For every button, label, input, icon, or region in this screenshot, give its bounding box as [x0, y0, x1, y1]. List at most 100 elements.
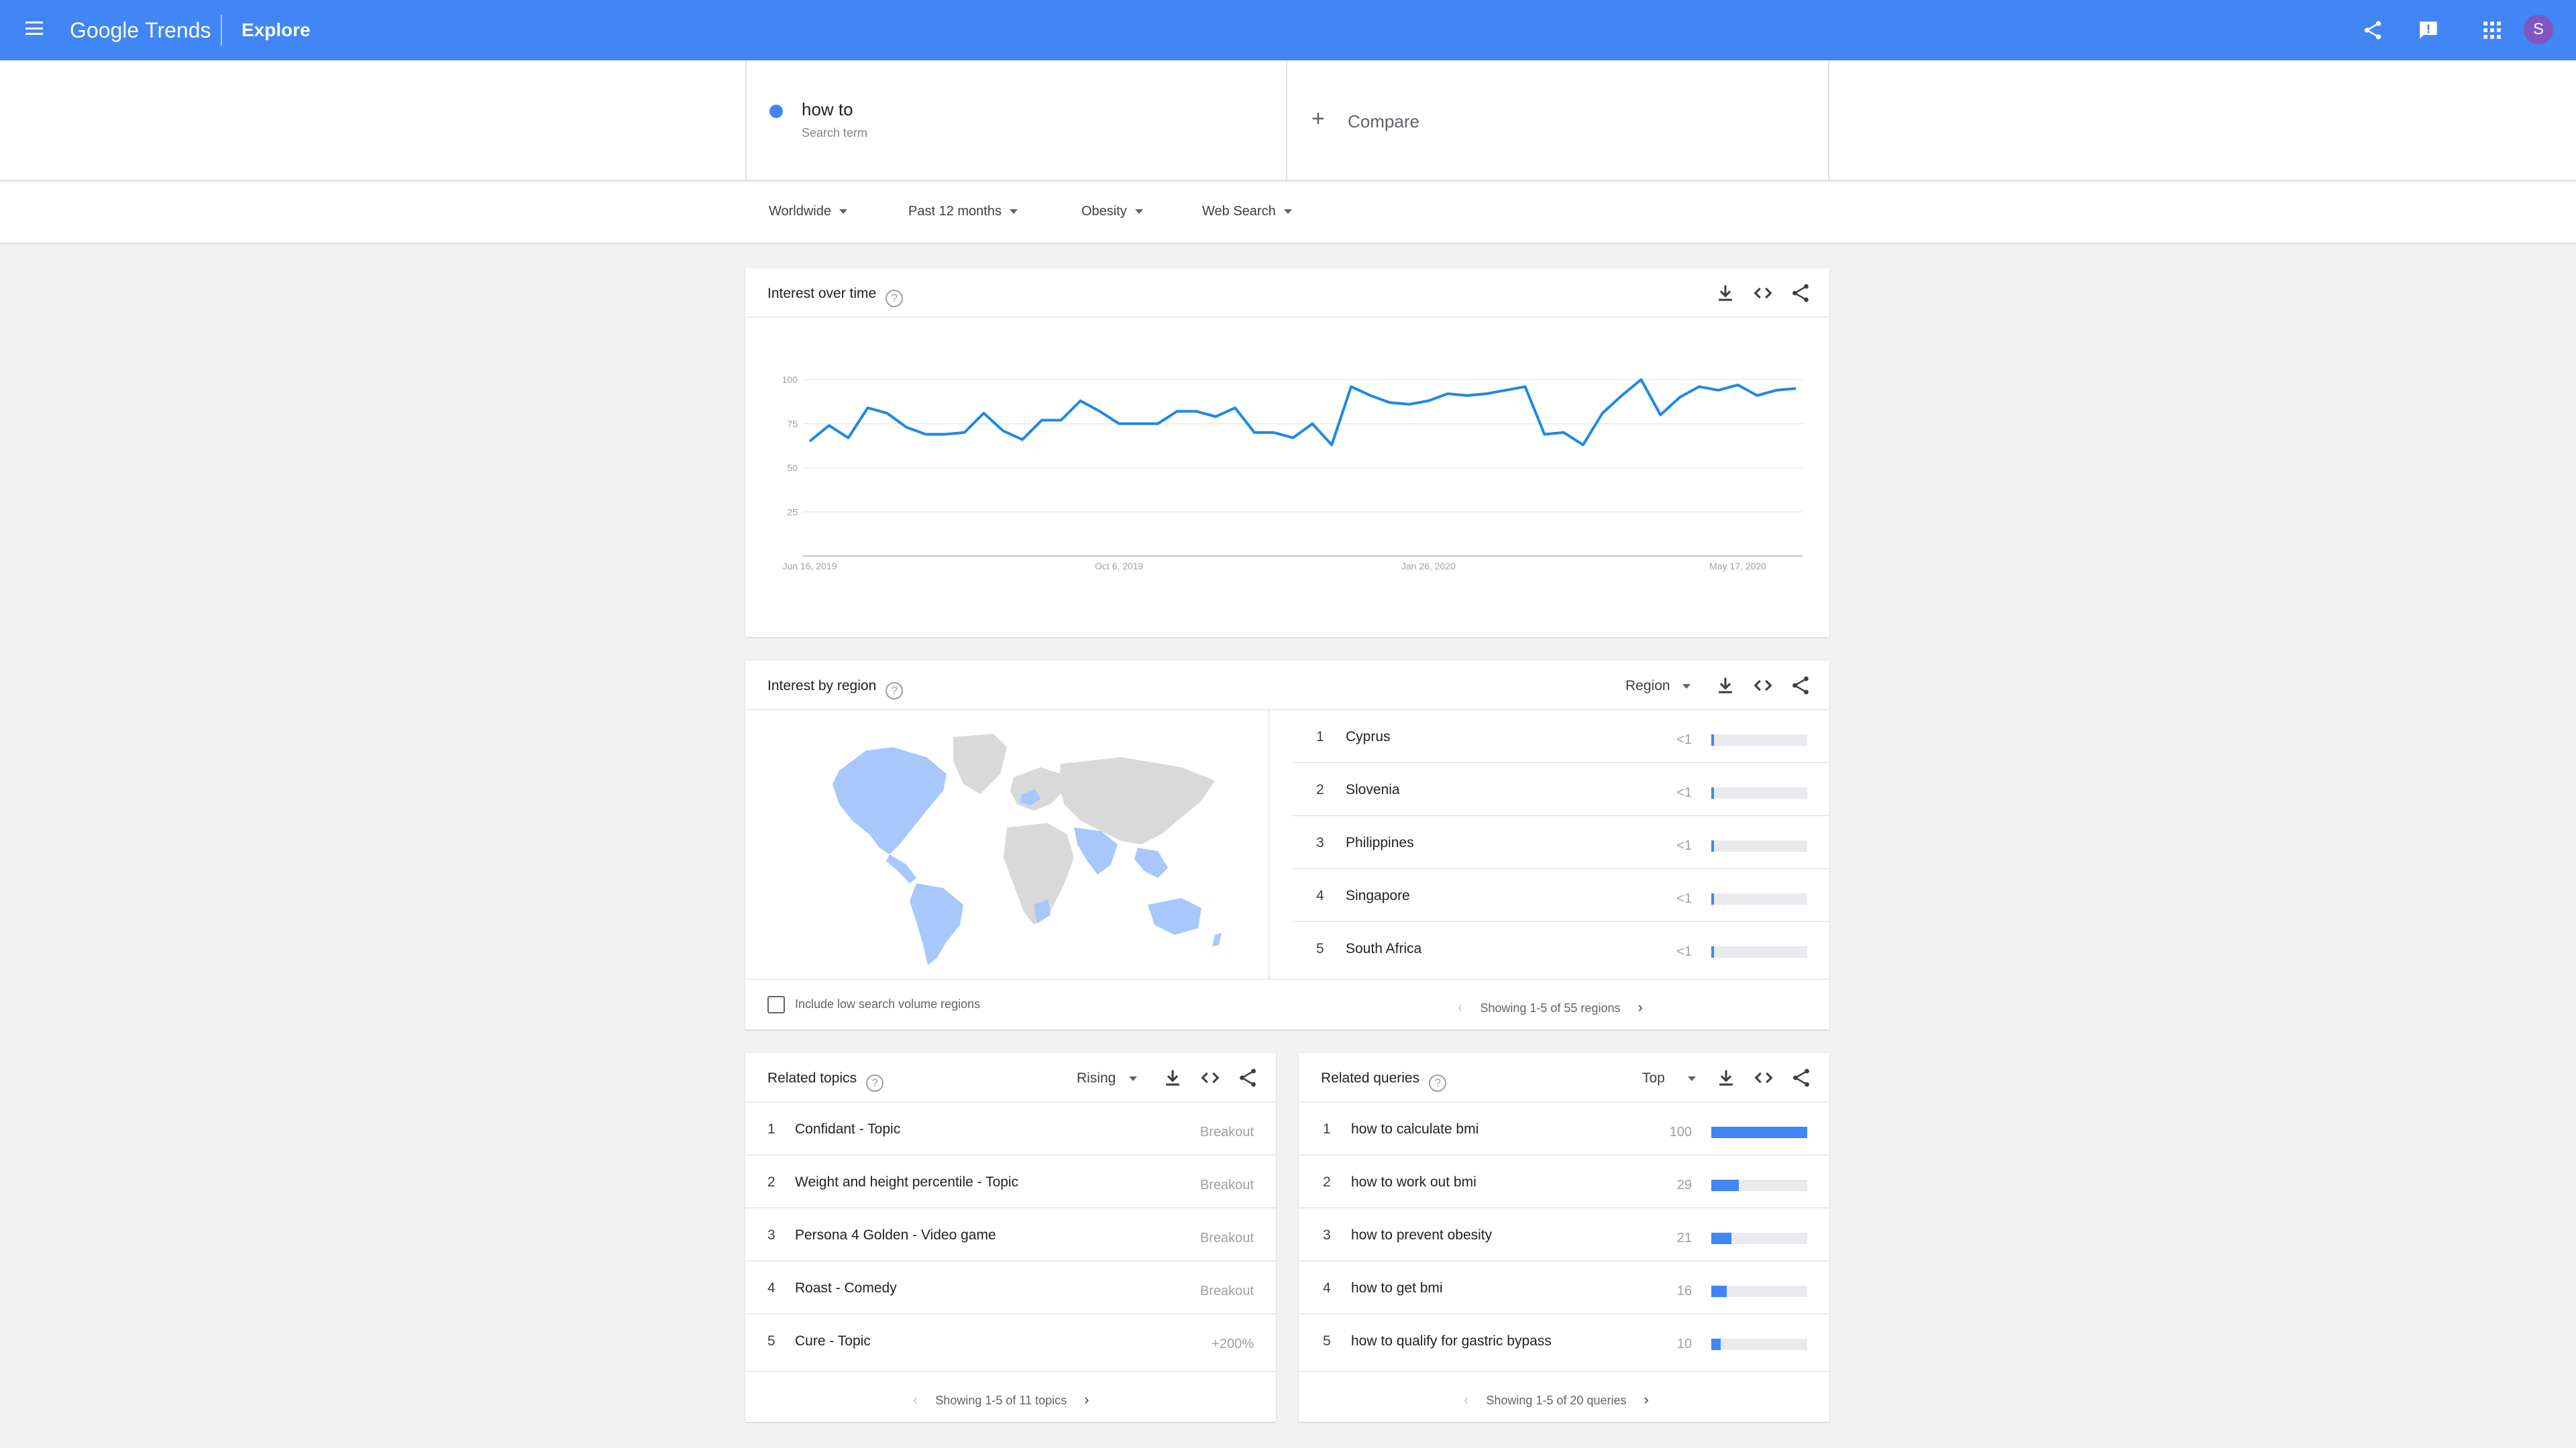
- chevron-left-icon[interactable]: ‹: [1458, 999, 1462, 1015]
- map-central-america[interactable]: [886, 854, 916, 883]
- query-row[interactable]: 4 how to get bmi 16: [1299, 1262, 1829, 1315]
- region-resolution-dropdown[interactable]: Region: [1625, 678, 1690, 694]
- card-footer: ‹ Showing 1-5 of 20 queries ›: [1299, 1371, 1829, 1422]
- region-name: Slovenia: [1346, 782, 1400, 797]
- region-name: South Africa: [1346, 941, 1422, 956]
- map-north-america[interactable]: [833, 747, 947, 854]
- share-icon[interactable]: [2361, 19, 2384, 42]
- map-southeast-asia[interactable]: [1134, 848, 1168, 878]
- time-filter-label: Past 12 months: [908, 204, 1002, 219]
- embed-icon[interactable]: [1752, 1066, 1775, 1089]
- value-bar-fill: [1711, 1233, 1732, 1244]
- help-icon[interactable]: ?: [885, 290, 904, 307]
- download-icon[interactable]: [1714, 674, 1737, 697]
- region-filter[interactable]: Worldwide: [769, 204, 847, 219]
- property-filter[interactable]: Web Search: [1202, 204, 1292, 219]
- topic-row[interactable]: 1 Confidant - Topic Breakout: [745, 1103, 1276, 1156]
- topics-pager: ‹ Showing 1-5 of 11 topics ›: [913, 1391, 1089, 1408]
- download-icon[interactable]: [1715, 1066, 1737, 1089]
- region-name: Singapore: [1346, 888, 1410, 903]
- download-icon[interactable]: [1161, 1066, 1184, 1089]
- value-bar: [1711, 1339, 1807, 1350]
- logo-google-text: Google: [70, 18, 140, 42]
- value-label: <1: [1676, 785, 1692, 800]
- category-filter-label: Obesity: [1081, 204, 1127, 219]
- feedback-icon[interactable]: [2417, 19, 2440, 42]
- region-row[interactable]: 5 South Africa <1: [1292, 922, 1829, 975]
- query-name: how to get bmi: [1351, 1280, 1443, 1296]
- share-icon[interactable]: [1790, 1066, 1813, 1089]
- embed-icon[interactable]: [1752, 674, 1774, 697]
- value-bar: [1711, 840, 1807, 852]
- time-filter[interactable]: Past 12 months: [908, 204, 1018, 219]
- series-line-how-to[interactable]: [808, 378, 1796, 447]
- share-icon[interactable]: [1789, 674, 1812, 697]
- queries-mode-dropdown[interactable]: Top: [1642, 1070, 1696, 1087]
- query-row[interactable]: 3 how to prevent obesity 21: [1299, 1209, 1829, 1262]
- map-new-zealand[interactable]: [1212, 933, 1222, 946]
- embed-icon[interactable]: [1199, 1066, 1222, 1089]
- world-map[interactable]: [745, 710, 1269, 973]
- related-topics-list: 1 Confidant - Topic Breakout 2 Weight and he…: [745, 1103, 1276, 1371]
- topic-name: Confidant - Topic: [795, 1121, 901, 1137]
- region-row[interactable]: 1 Cyprus <1: [1292, 710, 1829, 763]
- rank-number: 4: [1316, 888, 1324, 903]
- region-row[interactable]: 3 Philippines <1: [1292, 816, 1829, 869]
- rank-number: 2: [1316, 782, 1324, 797]
- search-term-name: how to: [802, 99, 853, 119]
- map-south-america[interactable]: [910, 883, 963, 965]
- value-bar-fill: [1711, 946, 1715, 958]
- topics-mode-dropdown[interactable]: Rising: [1077, 1070, 1138, 1087]
- help-icon[interactable]: ?: [866, 1074, 884, 1092]
- region-row[interactable]: 4 Singapore <1: [1292, 869, 1829, 922]
- map-list-divider: [1269, 710, 1270, 979]
- card-title-text: Interest by region: [767, 678, 877, 693]
- card-title: Related topics?: [767, 1070, 884, 1092]
- value-label: <1: [1676, 732, 1692, 747]
- topic-name: Roast - Comedy: [795, 1280, 897, 1296]
- category-filter[interactable]: Obesity: [1081, 204, 1143, 219]
- topic-row[interactable]: 5 Cure - Topic +200%: [745, 1315, 1276, 1368]
- share-icon[interactable]: [1789, 282, 1812, 304]
- region-filter-label: Worldwide: [769, 204, 831, 219]
- y-tick-label: 50: [787, 463, 798, 474]
- chevron-right-icon[interactable]: ›: [1084, 1391, 1089, 1408]
- help-icon[interactable]: ?: [885, 682, 904, 700]
- interest-over-time-chart[interactable]: 100 75 50 25 Jun 16, 2019 Oct 6, 2019 Jan 26,…: [745, 318, 1829, 637]
- low-volume-checkbox[interactable]: [767, 996, 785, 1013]
- topic-row[interactable]: 2 Weight and height percentile - Topic Bre…: [745, 1156, 1276, 1209]
- chevron-right-icon[interactable]: ›: [1644, 1391, 1648, 1408]
- value-label: Breakout: [1199, 1125, 1254, 1139]
- value-label: 100: [1669, 1125, 1692, 1139]
- region-row[interactable]: 2 Slovenia <1: [1292, 763, 1829, 816]
- help-icon[interactable]: ?: [1429, 1074, 1447, 1092]
- card-footer: ‹ Showing 1-5 of 11 topics ›: [745, 1371, 1276, 1422]
- map-greenland[interactable]: [953, 734, 1007, 794]
- y-tick-label: 25: [787, 506, 798, 517]
- query-row[interactable]: 5 how to qualify for gastric bypass 10: [1299, 1315, 1829, 1368]
- apps-icon[interactable]: [2481, 19, 2504, 42]
- search-term-strip: how to Search term + Compare: [0, 60, 2576, 181]
- embed-icon[interactable]: [1752, 282, 1774, 304]
- map-australia[interactable]: [1148, 898, 1201, 935]
- query-row[interactable]: 2 how to work out bmi 29: [1299, 1156, 1829, 1209]
- download-icon[interactable]: [1714, 282, 1737, 304]
- google-trends-logo[interactable]: Google Trends: [70, 18, 211, 43]
- menu-icon[interactable]: [25, 21, 43, 35]
- compare-button[interactable]: + Compare: [1287, 60, 1829, 181]
- rank-number: 2: [767, 1174, 775, 1190]
- chevron-down-icon: [1129, 1076, 1138, 1081]
- rank-number: 2: [1323, 1174, 1331, 1190]
- topic-row[interactable]: 3 Persona 4 Golden - Video game Breakout: [745, 1209, 1276, 1262]
- chevron-right-icon[interactable]: ›: [1638, 999, 1642, 1015]
- card-title: Interest by region?: [767, 678, 904, 700]
- share-icon[interactable]: [1236, 1066, 1259, 1089]
- topic-row[interactable]: 4 Roast - Comedy Breakout: [745, 1262, 1276, 1315]
- query-row[interactable]: 1 how to calculate bmi 100: [1299, 1103, 1829, 1156]
- chevron-left-icon[interactable]: ‹: [913, 1391, 918, 1408]
- chevron-down-icon: [1009, 209, 1018, 215]
- search-term-chip[interactable]: how to Search term: [745, 60, 1287, 181]
- map-europe[interactable]: [1010, 767, 1064, 811]
- account-avatar[interactable]: S: [2524, 15, 2553, 44]
- chevron-left-icon[interactable]: ‹: [1464, 1391, 1468, 1408]
